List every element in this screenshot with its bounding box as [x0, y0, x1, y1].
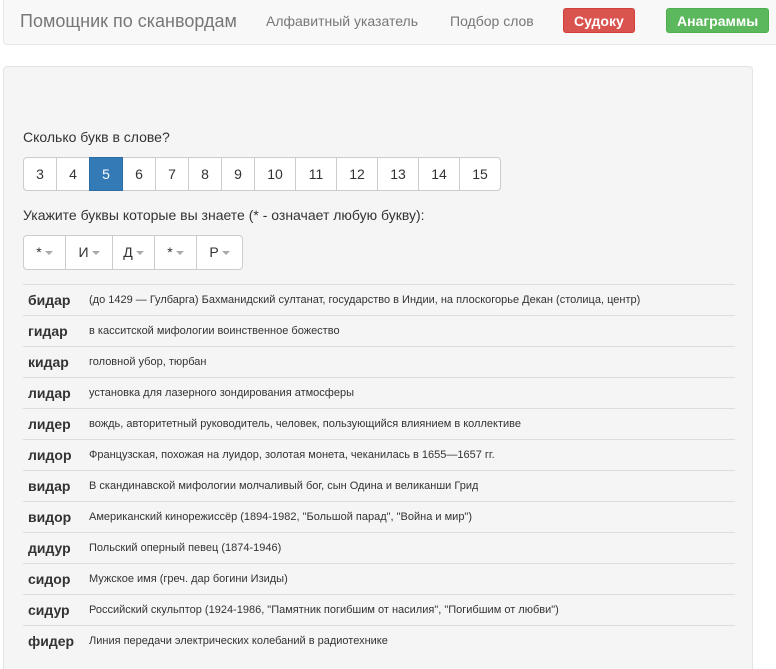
- result-word[interactable]: видор: [23, 509, 89, 525]
- letter-value: *: [36, 244, 42, 260]
- result-word[interactable]: дидур: [23, 540, 89, 556]
- length-button-group: 3 4 5 6 7 8 9 10 11 12 13 14 15: [23, 157, 501, 191]
- result-definition: установка для лазерного зондирования атм…: [89, 387, 354, 399]
- table-row: лидер вождь, авторитетный руководитель, ч…: [23, 408, 735, 439]
- letter-dropdown-1[interactable]: *: [23, 235, 66, 270]
- length-option-4[interactable]: 4: [56, 157, 90, 191]
- result-definition: Российский скульптор (1924-1986, "Памятн…: [89, 604, 559, 616]
- length-option-13[interactable]: 13: [377, 157, 419, 191]
- caret-down-icon: [175, 251, 184, 256]
- result-definition: Мужское имя (греч. дар богини Изиды): [89, 573, 288, 585]
- letter-dropdown-4[interactable]: *: [154, 235, 197, 270]
- table-row: сидур Российский скульптор (1924-1986, "П…: [23, 594, 735, 625]
- length-option-7[interactable]: 7: [155, 157, 189, 191]
- caret-down-icon: [135, 251, 144, 256]
- table-row: сидор Мужское имя (греч. дар богини Изиды…: [23, 563, 735, 594]
- result-definition: Польский оперный певец (1874-1946): [89, 542, 282, 554]
- result-definition: (до 1429 — Гулбарга) Бахманидский султан…: [89, 294, 641, 306]
- site-brand[interactable]: Помощник по сканвордам: [20, 11, 237, 32]
- nav-link-word-search[interactable]: Подбор слов: [450, 13, 534, 29]
- result-definition: В скандинавской мифологии молчаливый бог…: [89, 480, 479, 492]
- caret-down-icon: [91, 251, 100, 256]
- anagram-button[interactable]: Анаграммы: [666, 8, 770, 33]
- result-word[interactable]: лидор: [23, 447, 89, 463]
- result-word[interactable]: бидар: [23, 292, 89, 308]
- length-option-8[interactable]: 8: [188, 157, 222, 191]
- letter-value: *: [167, 244, 173, 260]
- result-definition: Французская, похожая на луидор, золотая …: [89, 449, 495, 461]
- table-row: лидар установка для лазерного зондировани…: [23, 377, 735, 408]
- result-word[interactable]: сидур: [23, 602, 89, 618]
- caret-down-icon: [221, 251, 230, 256]
- caret-down-icon: [44, 251, 53, 256]
- result-word[interactable]: лидар: [23, 385, 89, 401]
- result-word[interactable]: лидер: [23, 416, 89, 432]
- letter-value: Д: [123, 244, 133, 260]
- length-option-15[interactable]: 15: [459, 157, 501, 191]
- nav-link-alphabet-index[interactable]: Алфавитный указатель: [266, 13, 418, 29]
- letter-dropdown-group: * И Д * Р: [23, 235, 243, 270]
- letter-value: И: [78, 244, 89, 260]
- result-word[interactable]: фидер: [23, 633, 89, 649]
- length-option-6[interactable]: 6: [122, 157, 156, 191]
- letter-dropdown-3[interactable]: Д: [112, 235, 155, 270]
- table-row: дидур Польский оперный певец (1874-1946): [23, 532, 735, 563]
- table-row: видар В скандинавской мифологии молчаливы…: [23, 470, 735, 501]
- letter-dropdown-2[interactable]: И: [65, 235, 113, 270]
- letter-dropdown-5[interactable]: Р: [196, 235, 243, 270]
- result-definition: Линия передачи электрических колебаний в…: [89, 635, 388, 647]
- result-definition: в касситской мифологии воинственное боже…: [89, 325, 340, 337]
- table-row: лидор Французская, похожая на луидор, зол…: [23, 439, 735, 470]
- length-option-12[interactable]: 12: [336, 157, 378, 191]
- length-option-14[interactable]: 14: [418, 157, 460, 191]
- letters-prompt: Укажите буквы которые вы знаете (* - озн…: [23, 207, 425, 223]
- table-row: гидар в касситской мифологии воинственное…: [23, 315, 735, 346]
- table-row: кидар головной убор, тюрбан: [23, 346, 735, 377]
- result-word[interactable]: гидар: [23, 323, 89, 339]
- table-row: видор Американский кинорежиссёр (1894-198…: [23, 501, 735, 532]
- result-definition: Американский кинорежиссёр (1894-1982, "Б…: [89, 511, 473, 523]
- search-panel: Сколько букв в слове? 3 4 5 6 7 8 9 10 1…: [3, 66, 753, 669]
- length-question: Сколько букв в слове?: [23, 129, 170, 145]
- length-option-10[interactable]: 10: [254, 157, 296, 191]
- navbar: Помощник по сканвордам Алфавитный указат…: [3, 0, 776, 45]
- result-word[interactable]: видар: [23, 478, 89, 494]
- results-table: бидар (до 1429 — Гулбарга) Бахманидский с…: [23, 284, 735, 656]
- result-definition: вождь, авторитетный руководитель, челове…: [89, 418, 521, 430]
- length-option-3[interactable]: 3: [23, 157, 57, 191]
- letter-value: Р: [209, 244, 219, 260]
- table-row: бидар (до 1429 — Гулбарга) Бахманидский с…: [23, 284, 735, 315]
- result-word[interactable]: сидор: [23, 571, 89, 587]
- length-option-5[interactable]: 5: [89, 157, 123, 191]
- length-option-11[interactable]: 11: [295, 157, 337, 191]
- sudoku-button[interactable]: Судоку: [563, 8, 635, 33]
- result-definition: головной убор, тюрбан: [89, 356, 207, 368]
- result-word[interactable]: кидар: [23, 354, 89, 370]
- length-option-9[interactable]: 9: [221, 157, 255, 191]
- table-row: фидер Линия передачи электрических колеба…: [23, 625, 735, 656]
